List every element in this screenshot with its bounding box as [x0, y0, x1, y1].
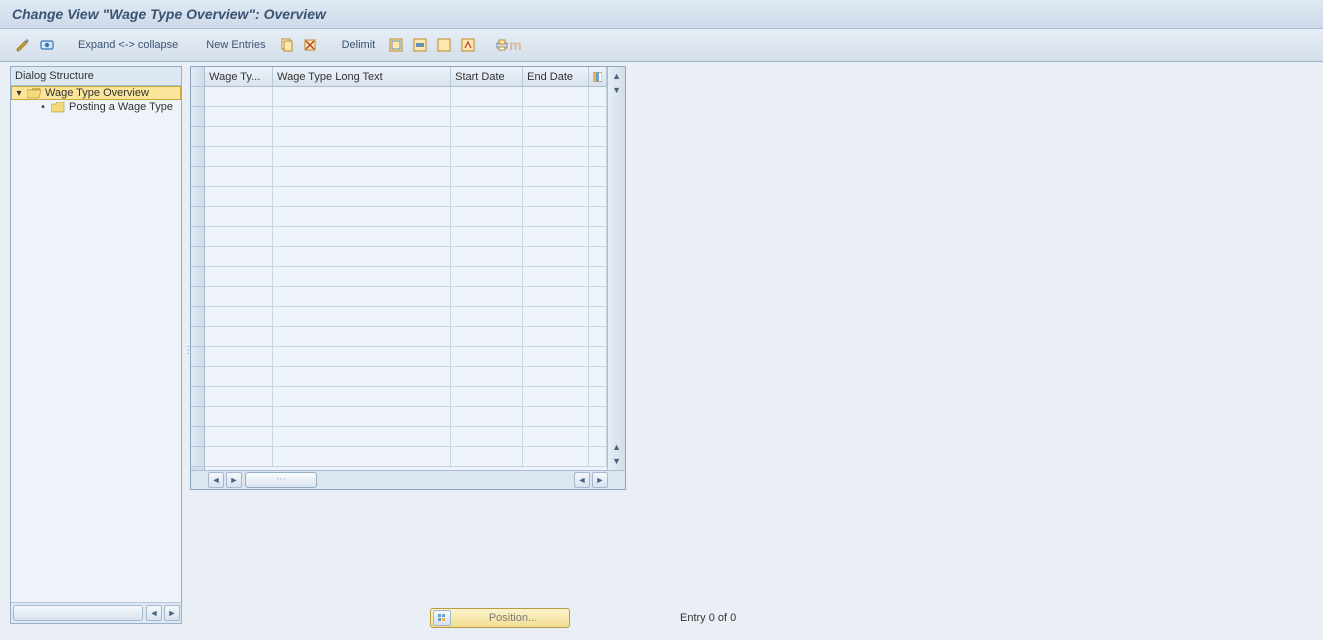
row-selector[interactable] — [191, 387, 204, 407]
table-row[interactable] — [205, 287, 607, 307]
configuration-icon[interactable] — [459, 36, 477, 54]
title-bar: Change View "Wage Type Overview": Overvi… — [0, 0, 1323, 29]
bullet-icon: • — [39, 102, 47, 113]
splitter-handle[interactable] — [182, 66, 190, 624]
table-row[interactable] — [205, 227, 607, 247]
dialog-structure-header: Dialog Structure — [11, 67, 181, 86]
configure-columns-icon[interactable] — [589, 67, 607, 86]
watermark-text: m — [509, 37, 522, 53]
scroll-down-icon[interactable]: ▼ — [611, 84, 623, 96]
row-selector[interactable] — [191, 287, 204, 307]
folder-closed-icon — [51, 102, 65, 113]
scroll-thumb[interactable] — [245, 472, 317, 488]
row-selector[interactable] — [191, 367, 204, 387]
table-row[interactable] — [205, 407, 607, 427]
new-entries-button[interactable]: New Entries — [200, 39, 271, 51]
scroll-right-icon[interactable]: ► — [226, 472, 242, 488]
scroll-right-icon[interactable]: ► — [592, 472, 608, 488]
scroll-down-icon[interactable]: ▼ — [611, 455, 623, 467]
table-row[interactable] — [205, 307, 607, 327]
scroll-up-icon[interactable]: ▲ — [611, 70, 623, 82]
scroll-up-icon[interactable]: ▲ — [611, 441, 623, 453]
row-selector[interactable] — [191, 447, 204, 467]
table-row[interactable] — [205, 447, 607, 467]
row-selector[interactable] — [191, 107, 204, 127]
other-view-icon[interactable] — [38, 36, 56, 54]
row-selector[interactable] — [191, 407, 204, 427]
dialog-structure-panel: Dialog Structure ▾ Wage Type Overview • … — [10, 66, 182, 624]
entry-counter: Entry 0 of 0 — [680, 612, 736, 624]
col-wage-type-long-text[interactable]: Wage Type Long Text — [273, 67, 451, 86]
col-start-date[interactable]: Start Date — [451, 67, 523, 86]
row-selector[interactable] — [191, 327, 204, 347]
table-row[interactable] — [205, 107, 607, 127]
dialog-structure-tree[interactable]: ▾ Wage Type Overview • Posting a Wage Ty… — [11, 86, 181, 602]
deselect-all-icon[interactable] — [435, 36, 453, 54]
table-row[interactable] — [205, 327, 607, 347]
scroll-right-icon[interactable]: ► — [164, 605, 180, 621]
delete-icon[interactable] — [302, 36, 320, 54]
scroll-left-icon[interactable]: ◄ — [146, 605, 162, 621]
row-selector[interactable] — [191, 227, 204, 247]
table-row[interactable] — [205, 367, 607, 387]
table-row[interactable] — [205, 427, 607, 447]
print-icon[interactable] — [493, 36, 511, 54]
table-row[interactable] — [205, 247, 607, 267]
col-end-date[interactable]: End Date — [523, 67, 589, 86]
page-title: Change View "Wage Type Overview": Overvi… — [12, 6, 326, 22]
toggle-display-change-icon[interactable] — [14, 36, 32, 54]
row-selector[interactable] — [191, 187, 204, 207]
caret-down-icon[interactable]: ▾ — [15, 88, 23, 99]
table-row[interactable] — [205, 167, 607, 187]
position-icon — [433, 610, 451, 626]
table-row[interactable] — [205, 267, 607, 287]
table-header-row: Wage Ty... Wage Type Long Text Start Dat… — [205, 67, 607, 87]
row-selector[interactable] — [191, 247, 204, 267]
row-selector[interactable] — [191, 87, 204, 107]
scroll-left-icon[interactable]: ◄ — [208, 472, 224, 488]
row-selector[interactable] — [191, 127, 204, 147]
table-row[interactable] — [205, 207, 607, 227]
table-row[interactable] — [205, 187, 607, 207]
overview-table-panel: Wage Ty... Wage Type Long Text Start Dat… — [190, 66, 626, 490]
row-selector[interactable] — [191, 427, 204, 447]
row-selector[interactable] — [191, 147, 204, 167]
toolbar: Expand <-> collapse New Entries Delimit … — [0, 29, 1323, 62]
table-body[interactable] — [205, 87, 607, 470]
table-row[interactable] — [205, 147, 607, 167]
position-button[interactable]: Position... — [430, 608, 570, 628]
copy-as-icon[interactable] — [278, 36, 296, 54]
row-header-strip — [191, 67, 205, 470]
select-all-icon[interactable] — [387, 36, 405, 54]
table-row[interactable] — [205, 347, 607, 367]
delimit-button[interactable]: Delimit — [336, 39, 382, 51]
table-row[interactable] — [205, 127, 607, 147]
expand-collapse-button[interactable]: Expand <-> collapse — [72, 39, 184, 51]
row-selector[interactable] — [191, 167, 204, 187]
col-wage-type[interactable]: Wage Ty... — [205, 67, 273, 86]
table-row[interactable] — [205, 87, 607, 107]
tree-item-label: Wage Type Overview — [45, 87, 149, 99]
position-label: Position... — [457, 612, 569, 624]
folder-open-icon — [27, 88, 41, 99]
select-block-icon[interactable] — [411, 36, 429, 54]
tree-item-wage-type-overview[interactable]: ▾ Wage Type Overview — [11, 86, 181, 100]
row-selector[interactable] — [191, 267, 204, 287]
tree-h-scrollbar[interactable]: ◄ ► — [11, 602, 181, 623]
table-row[interactable] — [205, 387, 607, 407]
tree-item-posting-wage-type[interactable]: • Posting a Wage Type — [11, 100, 181, 114]
row-selector[interactable] — [191, 307, 204, 327]
scroll-left-icon[interactable]: ◄ — [574, 472, 590, 488]
table-v-scrollbar[interactable]: ▲ ▼ ▲ ▼ — [607, 67, 625, 470]
tree-item-label: Posting a Wage Type — [69, 101, 173, 113]
row-selector[interactable] — [191, 207, 204, 227]
table-h-scrollbar[interactable]: ◄ ► ◄ ► — [191, 471, 625, 489]
